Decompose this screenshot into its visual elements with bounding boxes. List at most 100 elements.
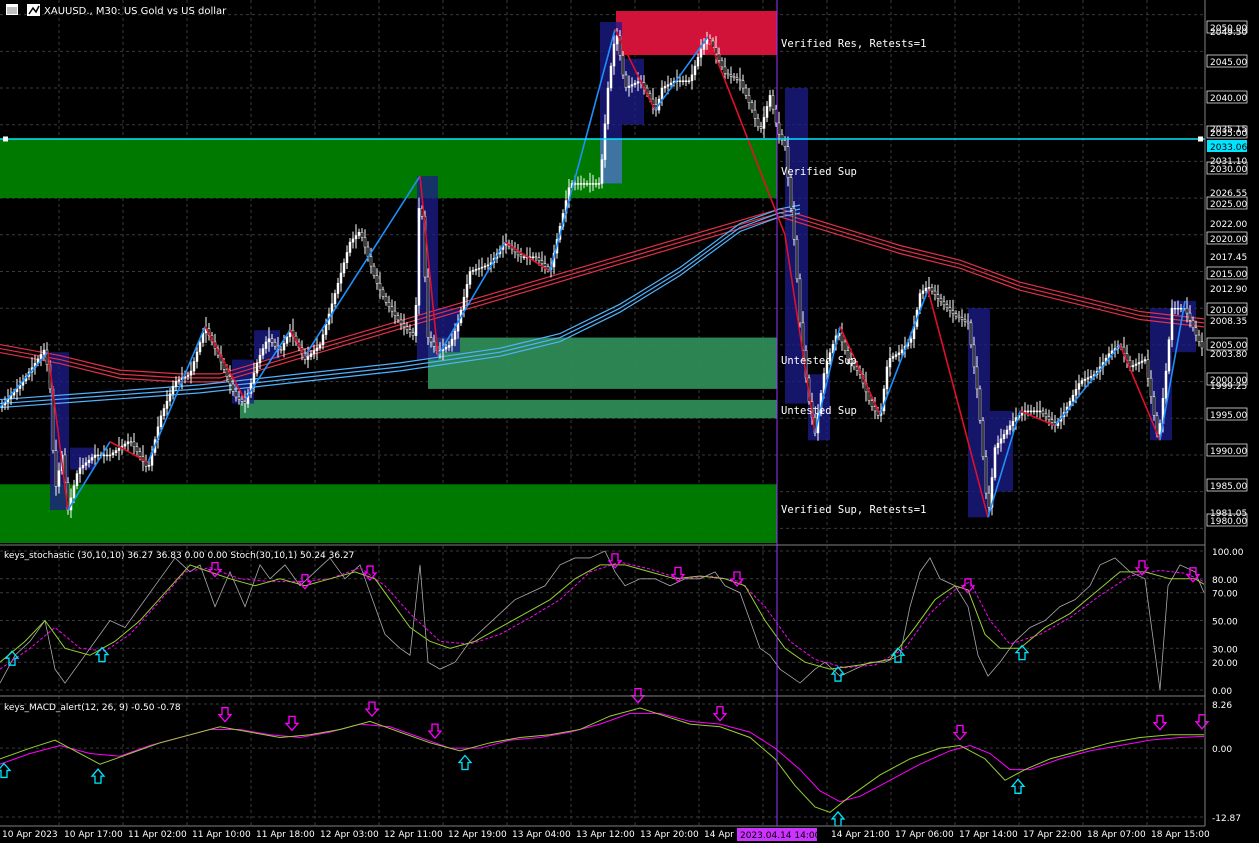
candle-body <box>309 353 313 357</box>
candle-body <box>753 109 757 119</box>
candle-body <box>1200 341 1204 349</box>
candle-body <box>318 344 322 349</box>
candle-body <box>375 275 379 284</box>
level-handle-right[interactable] <box>1198 136 1203 142</box>
candle-body <box>465 284 469 298</box>
candle-body <box>333 293 337 305</box>
price-tick-label: 2030.00 <box>1210 165 1247 175</box>
zone-sup_verified <box>0 139 777 199</box>
candle-body <box>1173 307 1177 310</box>
candle-body <box>1134 363 1138 366</box>
candle-body <box>1041 410 1045 415</box>
candle-body <box>870 400 874 407</box>
candle-body <box>372 265 376 276</box>
candle-body <box>1152 396 1156 416</box>
candle-body <box>54 450 58 487</box>
candle-body <box>843 341 847 351</box>
candle-body <box>393 310 397 316</box>
candle-body <box>669 82 673 85</box>
candle-body <box>885 366 889 390</box>
candle-body <box>939 298 943 303</box>
chart-icon <box>27 4 40 16</box>
zone-label: Verified Res, Retests=1 <box>781 38 926 50</box>
candle-body <box>666 84 670 87</box>
candle-body <box>999 438 1003 444</box>
stochastic-label: keys_stochastic (30,10,10) 36.27 36.83 0… <box>4 551 354 561</box>
zone-sup_untested <box>240 399 777 419</box>
candle-body <box>471 270 475 272</box>
candle-body <box>174 380 178 387</box>
time-tick-label: 11 Apr 18:00 <box>256 830 315 840</box>
stoch-tick-label: 30.00 <box>1212 645 1238 655</box>
symbol-title: XAUUSD., M30: US Gold vs US dollar <box>44 6 227 17</box>
stoch-tick-label: 70.00 <box>1212 590 1238 600</box>
candle-body <box>741 80 745 89</box>
candle-body <box>750 102 754 111</box>
candle-body <box>1050 419 1054 423</box>
candle-body <box>1008 425 1012 431</box>
candle-body <box>714 47 718 55</box>
candle-body <box>1191 320 1195 329</box>
macd-tick-label: -12.87 <box>1212 814 1241 824</box>
candle-body <box>105 454 109 457</box>
zone-label: Verified Sup, Retests=1 <box>781 504 926 516</box>
candle-body <box>732 76 736 79</box>
zone-sup_untested <box>428 337 777 389</box>
trading-chart[interactable]: Verified Res, Retests=1 Verified Sup Untes… <box>0 0 1259 843</box>
candle-body <box>345 252 349 263</box>
candle-body <box>135 446 139 452</box>
candle-body <box>1143 359 1147 362</box>
candle-body <box>762 117 766 129</box>
candle-body <box>1179 307 1183 310</box>
candle-body <box>315 347 319 351</box>
candle-body <box>132 441 136 448</box>
level-handle-left[interactable] <box>3 136 8 142</box>
candle-body <box>282 343 286 351</box>
candle-body <box>789 177 793 209</box>
candle-body <box>1071 395 1075 402</box>
cursor-date-label: 2023.04.14 14:00 <box>740 831 821 841</box>
candle-body <box>717 53 721 61</box>
candle-body <box>747 95 751 103</box>
candle-body <box>891 356 895 359</box>
candle-body <box>1002 434 1006 440</box>
candle-body <box>351 238 355 243</box>
candle-body <box>429 337 433 343</box>
candle-body <box>255 362 259 374</box>
candle-body <box>93 454 97 458</box>
candle-body <box>726 73 730 76</box>
candle-body <box>615 35 619 45</box>
candle-body <box>720 60 724 68</box>
candle-body <box>597 183 601 185</box>
candle-body <box>963 319 967 322</box>
candle-body <box>273 342 277 347</box>
candle-body <box>921 290 925 294</box>
stoch-tick-label: 0.00 <box>1212 687 1232 697</box>
candle-body <box>84 462 88 466</box>
price-tick-label: 2008.35 <box>1210 317 1247 327</box>
candle-body <box>1146 359 1150 379</box>
candle-body <box>681 80 685 82</box>
candle-body <box>480 266 484 269</box>
candle-body <box>699 49 703 58</box>
candle-body <box>402 323 406 328</box>
candle-body <box>636 81 640 84</box>
candle-body <box>612 43 616 67</box>
time-tick-label: 11 Apr 10:00 <box>192 830 251 840</box>
candle-body <box>78 467 82 474</box>
candle-body <box>336 282 340 294</box>
candle-body <box>957 315 961 319</box>
candle-body <box>1029 410 1033 413</box>
candle-body <box>936 294 940 299</box>
time-tick-label: 18 Apr 07:00 <box>1087 830 1146 840</box>
candle-body <box>771 95 775 110</box>
candle-body <box>1086 377 1090 380</box>
candle-body <box>363 237 367 248</box>
zone-label: Verified Sup <box>781 166 857 178</box>
candle-body <box>450 339 454 346</box>
candle-body <box>690 74 694 81</box>
price-tick-label: 2045.00 <box>1210 58 1247 68</box>
candle-body <box>102 454 106 457</box>
price-tick-label: 1995.00 <box>1210 411 1247 421</box>
candle-body <box>111 452 115 456</box>
